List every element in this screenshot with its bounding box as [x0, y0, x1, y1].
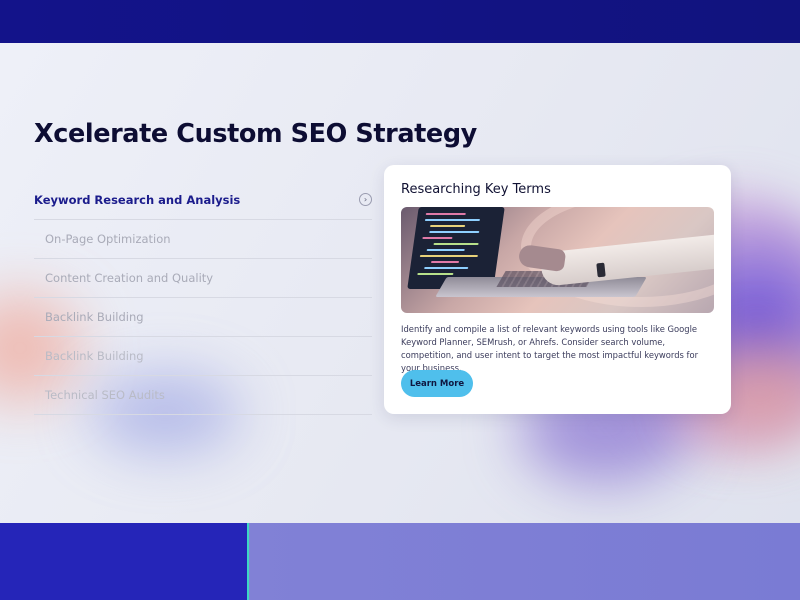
code-line [429, 231, 480, 233]
code-line [433, 243, 479, 245]
menu-item-label: On-Page Optimization [45, 232, 171, 246]
code-line [429, 225, 466, 227]
laptop-typing-image [401, 207, 714, 313]
code-line [430, 261, 460, 263]
code-line [419, 255, 479, 257]
detail-card: Researching Key Terms Identify and compi… [384, 165, 731, 414]
menu-item-label: Backlink Building [45, 349, 144, 363]
menu-item-label: Keyword Research and Analysis [34, 193, 241, 207]
footer-block-left [0, 523, 248, 600]
code-line [425, 213, 466, 215]
card-description: Identify and compile a list of relevant … [401, 324, 699, 373]
menu-item-label: Content Creation and Quality [45, 271, 214, 285]
code-line [422, 237, 453, 239]
menu-item-technical-seo-audits[interactable]: Technical SEO Audits [34, 376, 372, 415]
code-line [424, 219, 481, 221]
menu-item-keyword-research[interactable]: Keyword Research and Analysis › [34, 181, 372, 220]
card-title: Researching Key Terms [401, 182, 551, 197]
top-banner [0, 0, 800, 43]
footer-block-right [249, 523, 800, 600]
watch [596, 262, 606, 278]
chevron-right-circle-icon[interactable]: › [359, 193, 372, 206]
menu-item-backlink-building[interactable]: Backlink Building [34, 298, 372, 337]
learn-more-button[interactable]: Learn More [401, 370, 473, 397]
menu-item-label: Backlink Building [45, 310, 144, 324]
hero-section: Xcelerate Custom SEO Strategy Keyword Re… [0, 43, 800, 523]
menu-item-content-creation[interactable]: Content Creation and Quality [34, 259, 372, 298]
page-title: Xcelerate Custom SEO Strategy [34, 119, 477, 149]
code-line [424, 267, 469, 269]
strategy-menu: Keyword Research and Analysis › On-Page … [34, 181, 372, 415]
menu-item-label: Technical SEO Audits [45, 388, 165, 402]
menu-item-on-page-optimization[interactable]: On-Page Optimization [34, 220, 372, 259]
menu-item-backlink-building-2[interactable]: Backlink Building [34, 337, 372, 376]
code-line [417, 273, 454, 275]
code-line [426, 249, 465, 251]
